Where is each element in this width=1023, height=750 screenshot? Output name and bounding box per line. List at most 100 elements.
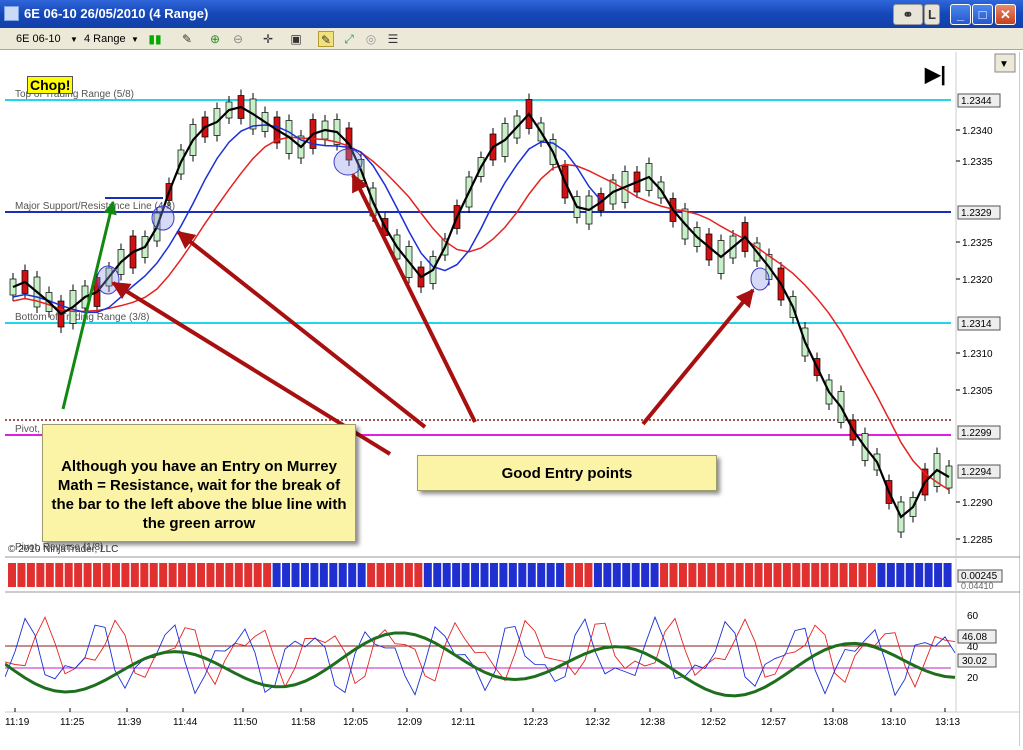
strip-bar — [282, 563, 291, 587]
strip-bar — [111, 563, 120, 587]
time-tick-label: 13:08 — [823, 717, 848, 728]
price-tick-label: 1.2325 — [962, 238, 993, 249]
strip-bar — [83, 563, 92, 587]
data-box-icon[interactable]: ◎ — [363, 31, 379, 47]
strip-bar — [669, 563, 678, 587]
entry-highlight — [750, 267, 770, 291]
strip-bar — [575, 563, 583, 587]
price-tick-label: 1.2310 — [962, 349, 993, 360]
strip-bar — [414, 563, 423, 587]
entry-highlight — [151, 205, 175, 231]
window-titlebar[interactable]: 6E 06-10 26/05/2010 (4 Range) ⚭ L _ □ ✕ — [0, 0, 1023, 28]
strip-bar — [225, 563, 234, 587]
oscillator-red-line — [4, 616, 956, 688]
chevron-down-icon[interactable]: ▼ — [131, 32, 139, 47]
time-tick-label: 12:11 — [451, 717, 476, 728]
strip-bar — [489, 563, 498, 587]
list-icon[interactable]: ☰ — [385, 31, 401, 47]
strip-bar — [178, 563, 187, 587]
maximize-button[interactable]: □ — [972, 4, 993, 25]
indicator-value-2: 0.04410 — [961, 581, 994, 591]
strip-bar — [300, 563, 309, 587]
strip-bar — [782, 563, 791, 587]
app-icon — [4, 6, 19, 21]
strip-bar — [319, 563, 328, 587]
drawing-tool-icon[interactable]: ✎ — [178, 31, 196, 47]
scroll-to-end-button[interactable]: ▶| — [924, 64, 946, 86]
strip-bar — [565, 563, 574, 587]
link-icon[interactable]: ⚭ — [893, 4, 923, 25]
strip-bar — [877, 563, 886, 587]
strip-bar — [773, 563, 782, 587]
oscillator-badge-label: 46.08 — [962, 632, 987, 643]
strip-bar — [716, 563, 725, 587]
time-tick-label: 11:25 — [60, 717, 85, 728]
entry-highlight — [96, 265, 120, 295]
strip-bar — [149, 563, 158, 587]
oscillator-tick-label: 40 — [967, 642, 979, 653]
copyright-text: © 2010 NinjaTrader, LLC — [8, 544, 118, 555]
strip-bar — [915, 563, 924, 587]
red-arrow — [641, 288, 755, 426]
chevron-down-icon[interactable]: ▼ — [70, 32, 78, 47]
time-tick-label: 11:44 — [173, 717, 198, 728]
time-tick-label: 13:10 — [881, 717, 906, 728]
crosshair-icon[interactable]: ✛ — [258, 31, 278, 47]
strip-bar — [253, 563, 262, 587]
strip-bar — [650, 563, 659, 587]
minimize-button[interactable]: _ — [950, 4, 971, 25]
strip-bar — [631, 563, 640, 587]
strip-bar — [801, 563, 810, 587]
strip-bar — [338, 563, 347, 587]
strip-bar — [508, 563, 517, 587]
strip-bar — [386, 563, 394, 587]
strip-bar — [291, 563, 300, 587]
strip-bar — [471, 563, 480, 587]
period-selector[interactable]: 4 Range — [84, 32, 126, 47]
price-badge-label: 1.2299 — [961, 428, 992, 439]
strip-bar — [159, 563, 168, 587]
strip-bar — [140, 563, 149, 587]
strategies-icon[interactable]: ⤢ — [341, 31, 357, 47]
strip-bar — [858, 563, 867, 587]
strip-bar — [593, 563, 602, 587]
time-tick-label: 11:19 — [5, 717, 30, 728]
close-button[interactable]: ✕ — [995, 4, 1016, 25]
zoom-out-icon[interactable]: ⊖ — [230, 31, 246, 47]
strip-bar — [934, 563, 943, 587]
strip-bar — [102, 563, 111, 587]
chart-style-icon[interactable]: ▮▮ — [146, 31, 164, 47]
oscillator-tick-label: 60 — [967, 611, 979, 622]
strip-bar — [886, 563, 895, 587]
strip-bar — [310, 563, 319, 587]
strip-bar — [745, 563, 754, 587]
strip-bar — [74, 563, 83, 587]
zoom-in-icon[interactable]: ⊕ — [207, 31, 223, 47]
strip-bar — [423, 563, 432, 587]
strip-bar — [641, 563, 650, 587]
price-badge-label: 1.2344 — [961, 96, 992, 107]
strip-bar — [603, 563, 612, 587]
chop-label: Chop! — [27, 76, 74, 94]
strip-bar — [404, 563, 413, 587]
strip-bar — [688, 563, 697, 587]
note-good-entry-text: Good Entry points — [501, 465, 633, 482]
chart-area[interactable]: Top of Trading Range (5/8) Major Support… — [4, 52, 1020, 746]
strip-bar — [820, 563, 829, 587]
time-tick-label: 12:57 — [761, 717, 786, 728]
strip-bar — [55, 563, 64, 587]
link-l-button[interactable]: L — [924, 4, 940, 25]
strip-bar — [376, 563, 385, 587]
chart-canvas[interactable]: Top of Trading Range (5/8) Major Support… — [4, 52, 1020, 746]
strip-bar — [678, 563, 687, 587]
properties-icon[interactable]: ▣ — [289, 31, 303, 47]
time-tick-label: 12:09 — [397, 717, 422, 728]
note-entry-warning-text: Although you have an Entry on Murrey Mat… — [51, 458, 347, 532]
strip-bar — [442, 563, 451, 587]
strip-bar — [943, 563, 952, 587]
strip-bar — [64, 563, 73, 587]
indicators-icon[interactable]: ✎ — [318, 31, 334, 47]
instrument-selector[interactable]: 6E 06-10 — [16, 32, 61, 47]
indicator-strip — [8, 563, 952, 587]
time-tick-label: 12:23 — [523, 717, 548, 728]
